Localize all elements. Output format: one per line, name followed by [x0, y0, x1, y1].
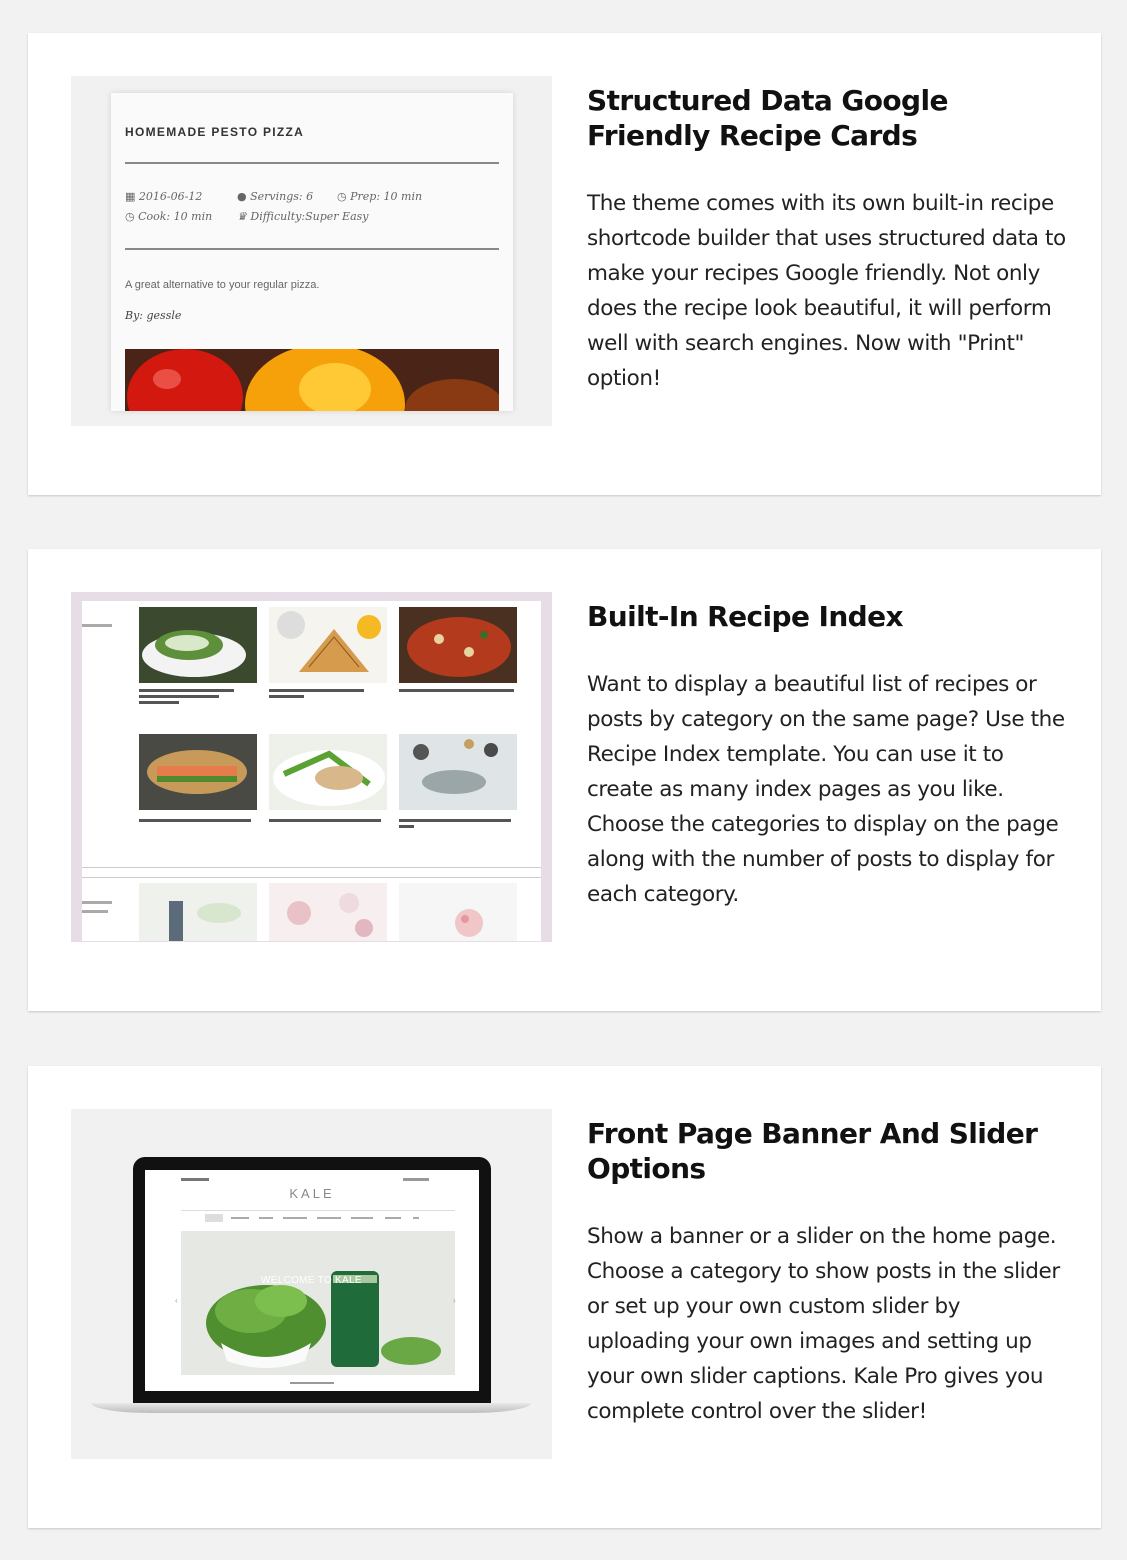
feature-description: The theme comes with its own built-in re… [587, 191, 1066, 391]
recipe-caption [269, 689, 387, 703]
recipe-prep: ◷ Prep: 10 min [337, 190, 422, 203]
divider [82, 867, 541, 868]
clock-icon: ◷ [125, 210, 135, 223]
difficulty-text: Difficulty:Super Easy [250, 210, 369, 223]
recipe-thumb [139, 607, 257, 683]
recipe-difficulty: ♛ Difficulty:Super Easy [237, 210, 369, 223]
divider [125, 248, 499, 250]
chef-hat-icon: ♛ [237, 210, 247, 223]
recipe-thumb [399, 734, 517, 810]
date-text: 2016-06-12 [138, 190, 203, 203]
servings-text: Servings: 6 [250, 190, 314, 203]
recipe-summary: A great alternative to your regular pizz… [125, 279, 320, 291]
nav-menu [181, 1214, 455, 1222]
recipe-index-preview [71, 592, 552, 942]
recipe-thumb [269, 734, 387, 810]
recipe-date: ▦ 2016-06-12 [125, 190, 202, 203]
recipe-photo [125, 349, 499, 411]
calendar-icon: ▦ [125, 190, 136, 203]
cook-text: Cook: 10 min [138, 210, 213, 223]
recipe-index-mockup [82, 601, 541, 941]
slider-prev-icon[interactable]: ‹ [175, 1296, 178, 1305]
person-icon: ● [237, 190, 247, 203]
recipe-caption [139, 689, 257, 704]
recipe-card-preview: HOMEMADE PESTO PIZZA ▦ 2016-06-12 ● Serv… [71, 76, 552, 426]
recipe-caption [269, 819, 387, 833]
recipe-thumb [139, 734, 257, 810]
laptop-preview: KALE WELCOME TO KALE ‹ › [71, 1109, 552, 1459]
recipe-servings: ● Servings: 6 [237, 190, 313, 203]
divider [82, 877, 541, 878]
category-label-placeholder [82, 910, 108, 913]
feature-card-recipe-index: Built-In Recipe Index Want to display a … [28, 549, 1101, 1011]
prep-text: Prep: 10 min [350, 190, 423, 203]
feature-card-recipe-cards: HOMEMADE PESTO PIZZA ▦ 2016-06-12 ● Serv… [28, 33, 1101, 495]
laptop-screen: KALE WELCOME TO KALE ‹ › [133, 1157, 491, 1403]
recipe-caption [139, 819, 257, 833]
hero-caption: WELCOME TO KALE [261, 1275, 362, 1286]
recipe-caption [399, 819, 517, 833]
recipe-author: By: gessle [125, 309, 182, 322]
tomato-photo [125, 349, 499, 411]
search-placeholder [403, 1178, 429, 1181]
site-logo: KALE [289, 1186, 335, 1201]
feature-description: Want to display a beautiful list of reci… [587, 672, 1065, 907]
site-preview: KALE WELCOME TO KALE ‹ › [145, 1170, 479, 1391]
laptop-base [91, 1403, 531, 1413]
recipe-thumb [399, 607, 517, 683]
hero-image [181, 1231, 455, 1375]
recipe-caption [399, 689, 517, 703]
recipe-thumb [269, 607, 387, 683]
social-icons-placeholder [181, 1178, 209, 1181]
feature-title: Built-In Recipe Index [587, 600, 904, 633]
feature-description: Show a banner or a slider on the home pa… [587, 1224, 1060, 1424]
recipe-thumb [399, 883, 517, 941]
recipe-thumb [269, 883, 387, 941]
slider-next-icon[interactable]: › [453, 1296, 456, 1305]
feature-card-banner-slider: KALE WELCOME TO KALE ‹ › Front Page Bann… [28, 1066, 1101, 1528]
divider [181, 1210, 455, 1211]
recipe-thumb [139, 883, 257, 941]
hero-slider: WELCOME TO KALE [181, 1231, 455, 1375]
featured-label-placeholder [290, 1382, 334, 1384]
clock-icon: ◷ [337, 190, 347, 203]
recipe-title: HOMEMADE PESTO PIZZA [125, 125, 305, 139]
category-label-placeholder [82, 901, 112, 904]
recipe-card-mockup: HOMEMADE PESTO PIZZA ▦ 2016-06-12 ● Serv… [111, 93, 513, 411]
feature-title: Structured Data Google Friendly Recipe C… [587, 84, 948, 152]
category-label-placeholder [82, 624, 112, 627]
recipe-cook: ◷ Cook: 10 min [125, 210, 212, 223]
divider [125, 162, 499, 164]
feature-title: Front Page Banner And Slider Options [587, 1117, 1038, 1185]
